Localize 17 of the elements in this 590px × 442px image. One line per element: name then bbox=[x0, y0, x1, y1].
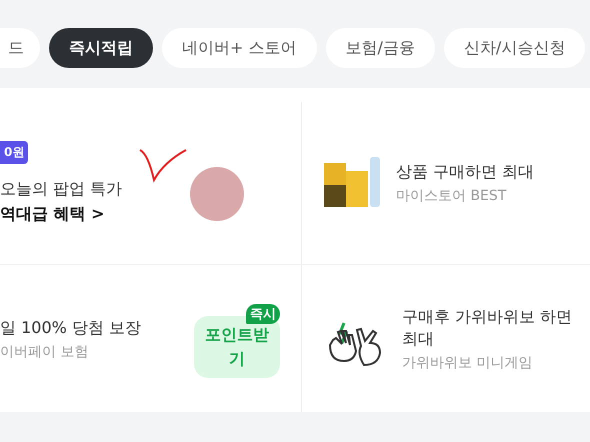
offer-title: 구매후 가위바위보 하면 최대 bbox=[402, 306, 574, 350]
offer-title: 오늘의 팝업 특가 bbox=[0, 178, 122, 200]
offer-subtitle: 가위바위보 미니게임 bbox=[402, 354, 532, 372]
offer-subtitle: 마이스토어 BEST bbox=[396, 187, 506, 205]
category-tab[interactable]: 드 bbox=[0, 28, 40, 68]
photo-placeholder bbox=[190, 167, 244, 221]
category-tab[interactable]: 네이버+ 스토어 bbox=[162, 28, 316, 68]
products-photo bbox=[324, 157, 382, 209]
offer-title: 상품 구매하면 최대 bbox=[396, 161, 534, 183]
offer-title: 일 100% 당첨 보장 bbox=[0, 316, 141, 338]
offer-subtitle[interactable]: 역대급 혜택 > bbox=[0, 204, 105, 225]
offer-subtitle: 이버페이 보험 bbox=[0, 342, 88, 360]
category-tab[interactable]: 보험/금융 bbox=[326, 28, 435, 68]
price-badge: 0원 bbox=[0, 141, 28, 164]
category-tab[interactable]: 즉시적립 bbox=[49, 28, 153, 68]
category-tab[interactable]: 신차/시승신청 bbox=[444, 28, 586, 68]
instant-tag: 즉시 bbox=[246, 304, 280, 324]
